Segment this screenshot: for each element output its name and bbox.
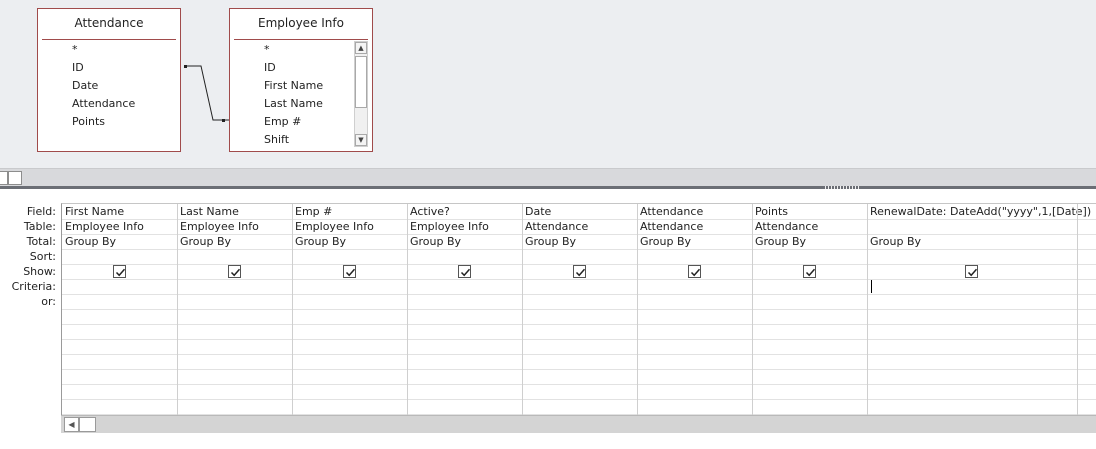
checkmark-icon[interactable]	[343, 265, 356, 278]
field-list[interactable]: * ID First Name Last Name Emp # Shift	[230, 41, 352, 149]
splitter-bar[interactable]	[0, 186, 1096, 189]
grid-cell-table[interactable]: Employee Info	[410, 219, 519, 234]
row-label-sort: Sort:	[29, 250, 56, 263]
grid-column[interactable]: Attendance Attendance Group By	[637, 204, 752, 416]
grid-cell-total[interactable]: Group By	[180, 234, 289, 249]
row-label-show: Show:	[23, 265, 56, 278]
grid-cell-total[interactable]: Group By	[525, 234, 634, 249]
grid-cell-field[interactable]: Emp #	[295, 204, 404, 219]
grid-column[interactable]: Date Attendance Group By	[522, 204, 637, 416]
field-item-emp-number[interactable]: Emp #	[230, 113, 352, 131]
query-design-grid[interactable]: First Name Employee Info Group By Last Name…	[61, 203, 1096, 416]
row-labels: Field: Table: Total: Sort: Show: Criteri…	[0, 204, 58, 309]
grid-cell-table[interactable]: Employee Info	[65, 219, 174, 234]
checkmark-icon[interactable]	[965, 265, 978, 278]
table-employee-info[interactable]: Employee Info * ID First Name Last Name …	[229, 8, 373, 152]
grid-column[interactable]: Last Name Employee Info Group By	[177, 204, 292, 416]
row-label-table: Table:	[23, 220, 56, 233]
splitter-scroll-thumb[interactable]	[8, 171, 22, 185]
grid-cell-field[interactable]: RenewalDate: DateAdd("yyyy",1,[Date])	[870, 204, 1091, 219]
grid-cell-field[interactable]: Last Name	[180, 204, 289, 219]
scroll-thumb[interactable]	[355, 56, 367, 108]
grid-column-divider[interactable]	[1077, 204, 1078, 416]
grid-cell-sort[interactable]	[640, 249, 749, 264]
grid-cell-sort[interactable]	[870, 249, 1074, 264]
grid-cell-sort[interactable]	[65, 249, 174, 264]
splitter-scroll-left-icon[interactable]	[0, 171, 8, 185]
grid-cell-field[interactable]: Active?	[410, 204, 519, 219]
checkmark-icon[interactable]	[458, 265, 471, 278]
grid-cell-field[interactable]: Date	[525, 204, 634, 219]
checkmark-icon[interactable]	[573, 265, 586, 278]
join-line[interactable]	[0, 0, 240, 168]
grid-column[interactable]: Points Attendance Group By	[752, 204, 867, 416]
grid-cell-table[interactable]: Attendance	[755, 219, 864, 234]
grid-cell-table[interactable]: Employee Info	[180, 219, 289, 234]
grid-cell-table[interactable]: Attendance	[525, 219, 634, 234]
grid-column[interactable]: RenewalDate: DateAdd("yyyy",1,[Date]) Gro…	[867, 204, 1091, 416]
pane-splitter[interactable]	[0, 168, 1096, 186]
scroll-left-arrow-icon[interactable]: ◀	[64, 417, 79, 432]
grid-cell-table[interactable]	[870, 219, 1074, 234]
splitter-grip-icon[interactable]	[825, 186, 859, 189]
field-item-id[interactable]: ID	[230, 59, 352, 77]
scroll-up-arrow-icon[interactable]: ▲	[355, 42, 367, 54]
grid-cell-sort[interactable]	[755, 249, 864, 264]
grid-cell-sort[interactable]	[410, 249, 519, 264]
grid-cell-table[interactable]: Employee Info	[295, 219, 404, 234]
grid-column[interactable]: First Name Employee Info Group By	[62, 204, 177, 416]
grid-cell-sort[interactable]	[295, 249, 404, 264]
row-label-or: or:	[41, 295, 56, 308]
grid-cell-total[interactable]: Group By	[65, 234, 174, 249]
field-list-scrollbar[interactable]: ▲ ▼	[354, 41, 368, 147]
grid-cell-total[interactable]: Group By	[755, 234, 864, 249]
row-label-field: Field:	[26, 205, 56, 218]
scroll-thumb[interactable]	[79, 417, 96, 432]
grid-column[interactable]: Emp # Employee Info Group By	[292, 204, 407, 416]
relationship-pane[interactable]: Attendance * ID Date Attendance Points E…	[0, 0, 1096, 168]
grid-horizontal-scrollbar[interactable]: ◀	[61, 415, 1096, 433]
table-title[interactable]: Employee Info	[230, 9, 372, 35]
checkmark-icon[interactable]	[228, 265, 241, 278]
row-label-criteria: Criteria:	[11, 280, 56, 293]
field-item-last-name[interactable]: Last Name	[230, 95, 352, 113]
grid-cell-field[interactable]: Points	[755, 204, 864, 219]
grid-cell-sort[interactable]	[525, 249, 634, 264]
grid-column[interactable]: Active? Employee Info Group By	[407, 204, 522, 416]
checkmark-icon[interactable]	[803, 265, 816, 278]
checkmark-icon[interactable]	[113, 265, 126, 278]
grid-cell-total[interactable]: Group By	[870, 234, 1074, 249]
checkmark-icon[interactable]	[688, 265, 701, 278]
field-item-first-name[interactable]: First Name	[230, 77, 352, 95]
title-divider	[234, 39, 368, 40]
row-label-total: Total:	[26, 235, 56, 248]
grid-cell-field[interactable]: First Name	[65, 204, 174, 219]
field-item-all[interactable]: *	[230, 41, 352, 59]
grid-cell-sort[interactable]	[180, 249, 289, 264]
scroll-down-arrow-icon[interactable]: ▼	[355, 134, 367, 146]
grid-cell-total[interactable]: Group By	[295, 234, 404, 249]
grid-cell-field[interactable]: Attendance	[640, 204, 749, 219]
text-caret	[871, 280, 872, 293]
grid-cell-total[interactable]: Group By	[410, 234, 519, 249]
grid-cell-table[interactable]: Attendance	[640, 219, 749, 234]
field-item-shift[interactable]: Shift	[230, 131, 352, 149]
grid-cell-total[interactable]: Group By	[640, 234, 749, 249]
